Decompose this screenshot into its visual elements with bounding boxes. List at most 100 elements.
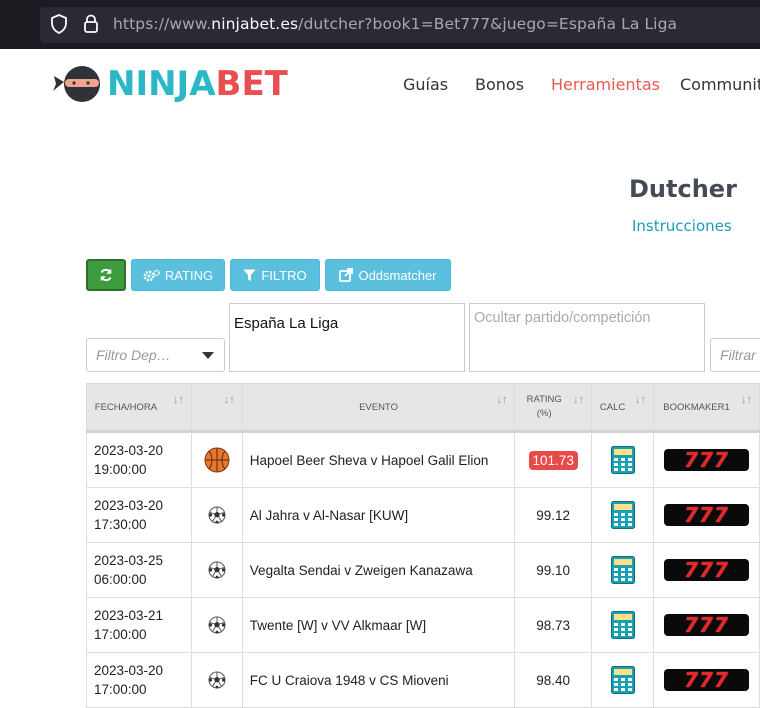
- gears-icon: [143, 269, 160, 281]
- event-cell[interactable]: Vegalta Sendai v Zweigen Kanazawa: [241, 542, 516, 598]
- sort-icon[interactable]: ↓↑: [635, 394, 646, 406]
- rating-value: 98.73: [536, 617, 571, 633]
- filtro-button[interactable]: FILTRO: [230, 259, 320, 291]
- external-link-icon: [339, 268, 354, 282]
- bookmaker-cell[interactable]: 777: [653, 542, 760, 598]
- sport-filter-select[interactable]: Filtro Dep…: [86, 338, 225, 372]
- football-icon: [208, 561, 226, 579]
- rating-value: 98.40: [536, 672, 571, 688]
- event-date: 2023-03-20: [94, 443, 164, 458]
- refresh-button[interactable]: [86, 259, 126, 291]
- event-date: 2023-03-21: [94, 608, 164, 623]
- rating-button[interactable]: RATING: [131, 259, 225, 291]
- table-row[interactable]: 2023-03-20 17:30:00 Al Jahra v Al-Nasar […: [86, 487, 760, 543]
- bet777-logo[interactable]: 777: [664, 669, 750, 691]
- page-title: Dutcher: [629, 175, 737, 203]
- event-cell[interactable]: FC U Craiova 1948 v CS Mioveni: [241, 652, 516, 708]
- sort-icon[interactable]: ↓↑: [573, 394, 584, 406]
- calculator-icon[interactable]: [610, 446, 635, 474]
- chevron-down-icon: [202, 352, 214, 359]
- header-rating[interactable]: RATING (%) ↓↑: [514, 383, 593, 433]
- calc-cell[interactable]: [591, 487, 655, 543]
- rating-cell: 99.12: [514, 487, 593, 543]
- table-row[interactable]: 2023-03-21 17:00:00 Twente [W] v VV Alkma…: [86, 597, 760, 653]
- header-evento[interactable]: EVENTO ↓↑: [241, 383, 516, 433]
- nav-guias[interactable]: Guías: [403, 75, 448, 94]
- filter-icon: [243, 269, 256, 281]
- header-fecha-label: FECHA/HORA: [94, 401, 158, 413]
- rating-cell: 98.40: [514, 652, 593, 708]
- sport-cell: [190, 542, 243, 598]
- sort-icon[interactable]: ↓↑: [741, 394, 752, 406]
- event-cell[interactable]: Al Jahra v Al-Nasar [KUW]: [241, 487, 516, 543]
- brand-logo[interactable]: NINJABET: [107, 64, 288, 104]
- oddsmatcher-button[interactable]: Oddsmatcher: [325, 259, 451, 291]
- football-icon: [208, 616, 226, 634]
- rating-cell: 99.10: [514, 542, 593, 598]
- url-text[interactable]: https://www.ninjabet.es/dutcher?book1=Be…: [113, 15, 677, 33]
- filter-text-input[interactable]: Filtrar: [710, 338, 760, 372]
- table-row[interactable]: 2023-03-20 19:00:00 Hapoel Beer Sheva v H…: [86, 431, 760, 488]
- sport-filter-placeholder: Filtro Dep…: [96, 347, 171, 363]
- refresh-icon: [100, 268, 112, 282]
- header-sport[interactable]: ↓↑: [190, 383, 243, 433]
- calculator-icon[interactable]: [610, 611, 635, 639]
- bookmaker-cell[interactable]: 777: [653, 597, 760, 653]
- header-calc-label: CALC: [599, 401, 626, 413]
- date-cell: 2023-03-20 17:30:00: [86, 487, 192, 543]
- bet777-logo[interactable]: 777: [664, 504, 750, 526]
- header-bookmaker[interactable]: BOOKMAKER1 ↓↑: [653, 383, 760, 433]
- event-cell[interactable]: Twente [W] v VV Alkmaar [W]: [241, 597, 516, 653]
- dutcher-table: FECHA/HORA ↓↑ ↓↑ EVENTO ↓↑ RATING (%) ↓↑ CAL…: [86, 383, 760, 708]
- bookmaker-cell[interactable]: 777: [653, 431, 760, 488]
- header-rating-label: RATING: [526, 394, 562, 405]
- bookmaker-cell[interactable]: 777: [653, 652, 760, 708]
- table-row[interactable]: 2023-03-20 17:00:00 FC U Craiova 1948 v C…: [86, 652, 760, 708]
- url-path: /dutcher?book1=Bet777&juego=España La Li…: [298, 15, 678, 33]
- sport-cell: [190, 652, 243, 708]
- bet777-logo[interactable]: 777: [664, 449, 750, 471]
- instructions-link[interactable]: Instrucciones: [632, 217, 732, 235]
- bet777-logo[interactable]: 777: [664, 559, 750, 581]
- table-header-row: FECHA/HORA ↓↑ ↓↑ EVENTO ↓↑ RATING (%) ↓↑ CAL…: [86, 383, 760, 433]
- header-calc[interactable]: CALC ↓↑: [591, 383, 655, 433]
- sort-icon[interactable]: ↓↑: [224, 394, 235, 406]
- browser-toolbar: https://www.ninjabet.es/dutcher?book1=Be…: [0, 0, 760, 49]
- date-cell: 2023-03-21 17:00:00: [86, 597, 192, 653]
- calculator-icon[interactable]: [610, 666, 635, 694]
- rating-button-label: RATING: [164, 267, 214, 283]
- nav-herramientas[interactable]: Herramientas: [551, 75, 660, 94]
- event-time: 19:00:00: [94, 462, 147, 477]
- hide-match-input[interactable]: Ocultar partido/competición: [469, 303, 705, 372]
- sort-icon[interactable]: ↓↑: [173, 394, 184, 406]
- rating-value: 99.10: [536, 562, 571, 578]
- nav-bonos[interactable]: Bonos: [475, 75, 524, 94]
- calc-cell[interactable]: [591, 431, 655, 488]
- date-cell: 2023-03-25 06:00:00: [86, 542, 192, 598]
- calc-cell[interactable]: [591, 652, 655, 708]
- oddsmatcher-button-label: Oddsmatcher: [358, 267, 437, 283]
- shield-icon[interactable]: [50, 14, 68, 34]
- calculator-icon[interactable]: [610, 556, 635, 584]
- calculator-icon[interactable]: [610, 501, 635, 529]
- calc-cell[interactable]: [591, 542, 655, 598]
- header-bookmaker-label: BOOKMAKER1: [663, 401, 730, 413]
- nav-community[interactable]: Community: [680, 75, 760, 94]
- lock-icon[interactable]: [83, 14, 99, 34]
- table-row[interactable]: 2023-03-25 06:00:00 Vegalta Sendai v Zwei…: [86, 542, 760, 598]
- event-cell[interactable]: Hapoel Beer Sheva v Hapoel Galil Elion: [241, 431, 516, 488]
- ninja-logo-icon[interactable]: [52, 64, 104, 104]
- url-prefix: https://www.: [113, 15, 212, 33]
- bookmaker-cell[interactable]: 777: [653, 487, 760, 543]
- rating-cell: 98.73: [514, 597, 593, 653]
- header-rating-unit: (%): [536, 408, 552, 419]
- logo-bet: BET: [215, 64, 288, 104]
- football-icon: [208, 506, 226, 524]
- url-domain: ninjabet.es: [211, 15, 299, 33]
- competition-input[interactable]: España La Liga: [229, 303, 465, 372]
- event-date: 2023-03-25: [94, 553, 164, 568]
- calc-cell[interactable]: [591, 597, 655, 653]
- bet777-logo[interactable]: 777: [664, 614, 750, 636]
- header-fecha[interactable]: FECHA/HORA ↓↑: [86, 383, 192, 433]
- competition-input-value: España La Liga: [234, 315, 339, 332]
